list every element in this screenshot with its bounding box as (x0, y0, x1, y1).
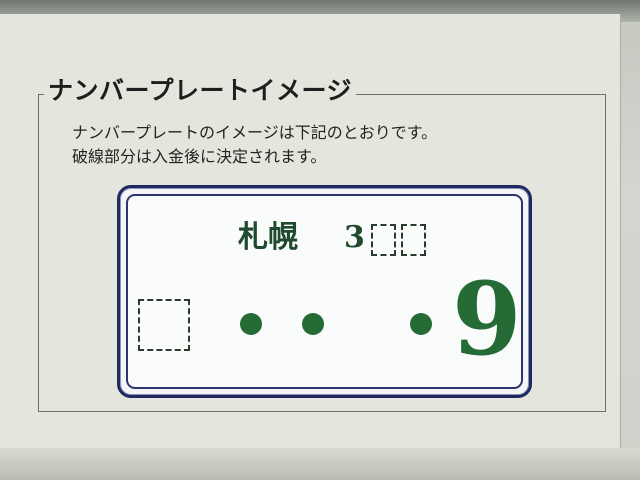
screen: ナンバープレートイメージ ナンバープレートのイメージは下記のとおりです。 破線部… (0, 0, 640, 480)
plate-class-number: 3 (344, 220, 365, 255)
description-line-2: 破線部分は入金後に決定されます。 (72, 147, 327, 166)
plate-serial-digit: 9 (452, 260, 522, 378)
hiragana-placeholder (138, 299, 190, 351)
serial-dot (240, 313, 262, 335)
page-bottom-band (0, 448, 640, 480)
plate-region-name: 札幌 (238, 220, 298, 255)
section-title: ナンバープレートイメージ (44, 74, 357, 108)
class-digit-placeholder (371, 224, 396, 256)
serial-dot (410, 313, 432, 335)
serial-dot (302, 313, 324, 335)
description-line-1: ナンバープレートのイメージは下記のとおりです。 (72, 123, 438, 142)
class-digit-placeholder (401, 224, 426, 256)
